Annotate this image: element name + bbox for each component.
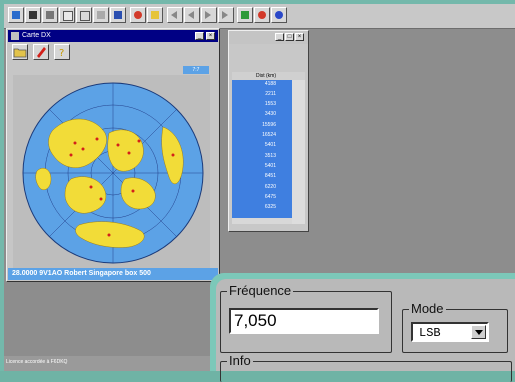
doc-icon[interactable] (110, 7, 126, 23)
distance-list[interactable]: Dist (km) 4188 2211 1553 3430 15596 1652… (232, 72, 305, 224)
help-icon[interactable] (147, 7, 163, 23)
list-item[interactable]: 2211 (265, 91, 276, 97)
info-group: Info (220, 353, 512, 382)
minimize-icon[interactable]: _ (275, 33, 284, 41)
svg-text:?: ? (59, 48, 64, 59)
copy-icon[interactable] (59, 7, 75, 23)
carte-window-titlebar[interactable]: Carte DX _ × (8, 30, 218, 42)
dist-column-header[interactable]: Dist (km) (232, 72, 305, 80)
window-title: Carte DX (22, 32, 51, 39)
help-icon[interactable]: ? (54, 44, 70, 60)
list-item[interactable]: 4188 (265, 81, 276, 87)
window-menu-icon[interactable] (11, 32, 19, 40)
maximize-icon[interactable]: □ (285, 33, 294, 41)
frequency-panel-body: Fréquence 7,050 Mode LSB Info (216, 279, 515, 382)
nav-last-icon[interactable] (218, 7, 234, 23)
open-folder-icon[interactable] (12, 44, 28, 60)
list-item[interactable]: 6325 (265, 204, 276, 210)
list-item[interactable]: 1553 (265, 101, 276, 107)
mode-select[interactable]: LSB (411, 322, 489, 342)
list-item[interactable]: 6475 (265, 194, 276, 200)
carte-dx-window[interactable]: Carte DX _ × ? 7:7 28.0000 9V1AO Robert … (6, 28, 220, 282)
file-icon[interactable] (8, 7, 24, 23)
frequency-group: Fréquence 7,050 (220, 283, 392, 353)
zoom-field[interactable]: 7:7 (183, 66, 209, 74)
license-text: Licence accordée à F6DKQ (6, 359, 68, 365)
print-icon[interactable] (42, 7, 58, 23)
save-icon[interactable] (25, 7, 41, 23)
close-icon[interactable]: × (206, 32, 215, 40)
nav-first-icon[interactable] (167, 7, 183, 23)
target-icon[interactable] (254, 7, 270, 23)
vertical-scrollbar[interactable] (292, 80, 305, 224)
dx-status-bar: 28.0000 9V1AO Robert Singapore box 500 (8, 268, 218, 280)
list-item[interactable]: 15596 (262, 122, 276, 128)
list-item[interactable]: 3513 (265, 153, 276, 159)
flag-icon[interactable] (237, 7, 253, 23)
pencil-icon[interactable] (33, 44, 49, 60)
info-label: Info (227, 353, 253, 368)
frequency-input[interactable]: 7,050 (229, 308, 379, 334)
world-map[interactable] (13, 75, 210, 271)
mode-value: LSB (419, 326, 441, 340)
list-icon[interactable] (93, 7, 109, 23)
globe-icon[interactable] (130, 7, 146, 23)
list-window-titlebar[interactable]: _ □ × (229, 31, 308, 44)
nav-next-icon[interactable] (201, 7, 217, 23)
selected-rows[interactable]: 4188 2211 1553 3430 15596 16524 5401 351… (232, 80, 292, 218)
list-item[interactable]: 3430 (265, 111, 276, 117)
nav-prev-icon[interactable] (184, 7, 200, 23)
list-item[interactable]: 5401 (265, 142, 276, 148)
horizontal-scrollbar[interactable] (232, 218, 292, 224)
frequency-panel: Fréquence 7,050 Mode LSB Info (210, 273, 515, 382)
list-item[interactable]: 8451 (265, 173, 276, 179)
mode-label: Mode (409, 301, 446, 316)
chevron-down-icon[interactable] (471, 325, 486, 339)
paste-icon[interactable] (76, 7, 92, 23)
info-icon[interactable] (271, 7, 287, 23)
minimize-icon[interactable]: _ (195, 32, 204, 40)
mode-group: Mode LSB (402, 301, 508, 353)
list-item[interactable]: 6220 (265, 184, 276, 190)
list-item[interactable]: 16524 (262, 132, 276, 138)
frequency-label: Fréquence (227, 283, 294, 298)
license-bar: Licence accordée à F6DKQ (4, 356, 224, 371)
main-toolbar (4, 4, 515, 29)
list-item[interactable]: 5401 (265, 163, 276, 169)
close-icon[interactable]: × (295, 33, 304, 41)
dx-list-window[interactable]: _ □ × Dist (km) 4188 2211 1553 3430 1559… (228, 30, 309, 232)
